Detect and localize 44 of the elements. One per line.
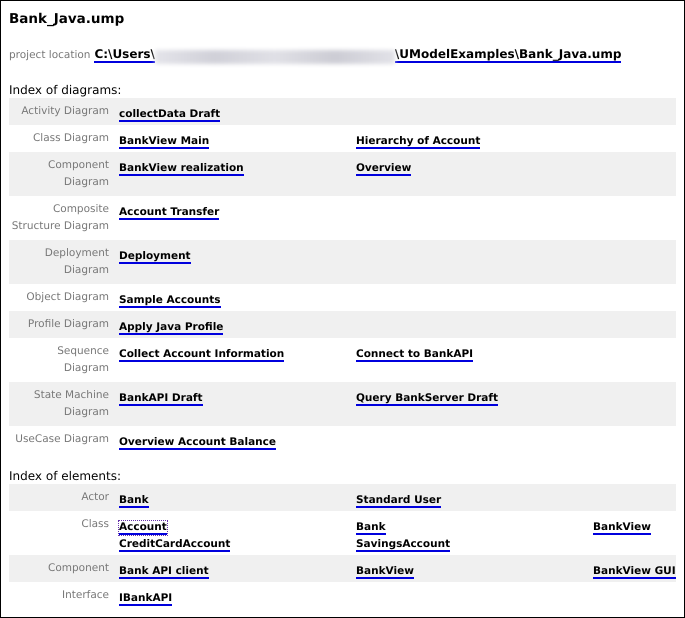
diagram-link[interactable]: BankView xyxy=(593,521,651,535)
row-label: Object Diagram xyxy=(25,290,109,305)
diagram-link[interactable]: CreditCardAccount xyxy=(119,538,230,552)
diagram-link[interactable]: Collect Account Information xyxy=(119,348,284,362)
row-label: Composite Structure Diagram xyxy=(10,202,109,234)
diagram-link[interactable]: Bank xyxy=(119,494,149,508)
diagram-link[interactable]: Overview Account Balance xyxy=(119,436,276,450)
diagram-link[interactable]: Account xyxy=(119,521,167,535)
row-label: Class xyxy=(80,517,109,532)
row-label: Deployment Diagram xyxy=(44,246,109,278)
row-label: Component Diagram xyxy=(47,158,109,190)
row-label: Sequence Diagram xyxy=(56,344,109,376)
section-heading: Index of diagrams: xyxy=(9,82,122,98)
field-label: project location xyxy=(9,49,90,61)
diagram-link[interactable]: Deployment xyxy=(119,250,191,264)
diagram-link[interactable]: BankView Main xyxy=(119,135,210,149)
row-label: Profile Diagram xyxy=(26,317,109,332)
row-label: Activity Diagram xyxy=(20,104,109,119)
row-label: State Machine Diagram xyxy=(32,388,109,420)
diagram-link[interactable]: Apply Java Profile xyxy=(119,321,224,335)
row-label: Interface xyxy=(60,588,109,603)
diagram-link[interactable]: Hierarchy of Account xyxy=(356,135,480,149)
diagram-link[interactable]: Query BankServer Draft xyxy=(356,392,498,406)
diagram-link[interactable]: BankView GUI xyxy=(593,565,676,579)
diagram-link[interactable]: Standard User xyxy=(356,494,442,508)
diagram-link[interactable]: BankAPI Draft xyxy=(119,392,202,406)
row-label: Component xyxy=(47,561,109,576)
diagram-link[interactable]: Overview xyxy=(356,162,412,176)
row-label: Class Diagram xyxy=(32,131,109,146)
diagram-link[interactable]: Sample Accounts xyxy=(119,294,220,308)
diagram-link[interactable]: collectData Draft xyxy=(119,108,220,122)
diagram-link[interactable]: SavingsAccount xyxy=(356,538,450,552)
path-link[interactable]: \UModelExamples\Bank_Java.ump xyxy=(394,47,622,63)
diagram-link[interactable]: BankView realization xyxy=(119,162,244,176)
diagram-link[interactable]: BankView xyxy=(356,565,414,579)
diagram-link[interactable]: Bank API client xyxy=(119,565,209,579)
row-label: Actor xyxy=(80,490,109,505)
diagram-link[interactable]: Bank xyxy=(356,521,386,535)
section-heading: Index of elements: xyxy=(9,468,122,484)
diagram-link[interactable]: Account Transfer xyxy=(119,206,220,220)
document-title: Bank_Java.ump xyxy=(9,10,126,29)
diagram-link[interactable]: Connect to BankAPI xyxy=(356,348,474,362)
diagram-link[interactable]: IBankAPI xyxy=(119,592,172,606)
row-label: UseCase Diagram xyxy=(14,432,109,447)
